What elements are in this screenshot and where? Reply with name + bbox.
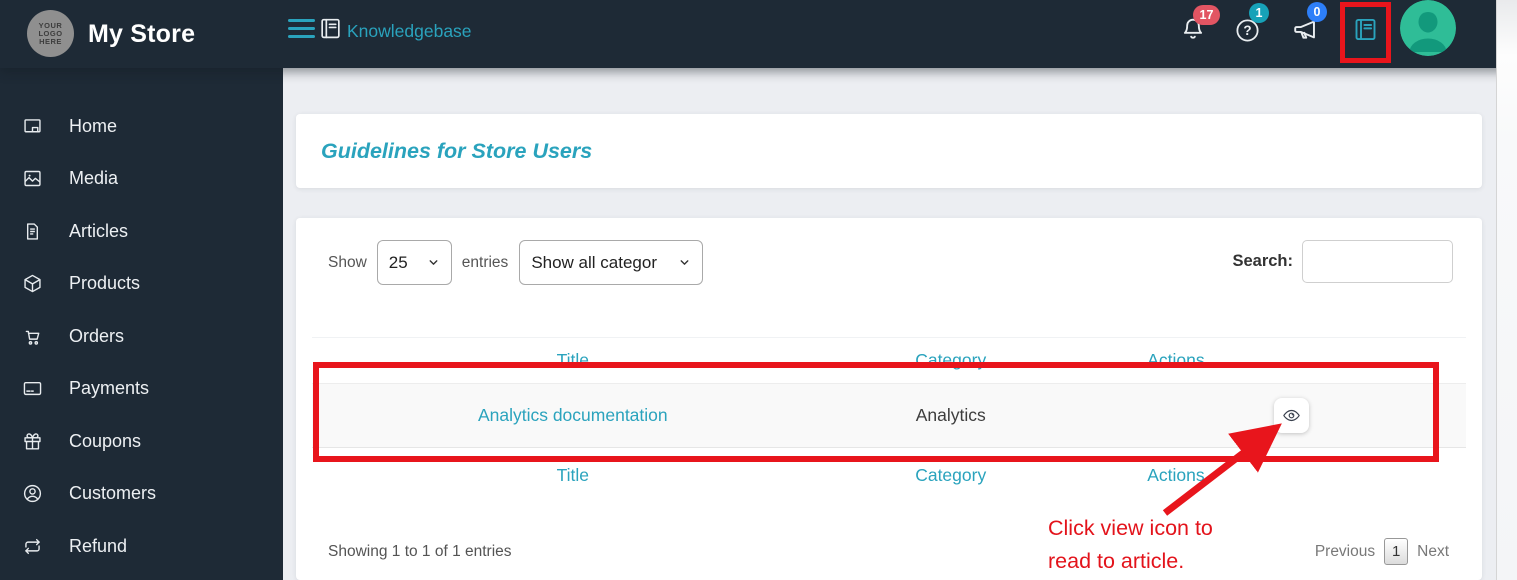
table-header-row: Title Category Actions: [312, 337, 1466, 384]
chevron-down-icon: [678, 256, 691, 269]
knowledgebase-table-card: Show 25 entries Show all categor Search:…: [296, 218, 1482, 580]
eye-icon: [1282, 406, 1301, 425]
category-filter-value: Show all categor: [531, 252, 657, 272]
sidebar-item-customers[interactable]: Customers: [0, 468, 283, 521]
logo-text-line: HERE: [39, 36, 62, 46]
coupons-gift-icon: [22, 431, 43, 452]
sidebar-item-orders[interactable]: Orders: [0, 310, 283, 363]
sidebar-item-home[interactable]: Home: [0, 100, 283, 153]
sidebar-item-coupons[interactable]: Coupons: [0, 415, 283, 468]
sidebar-item-label: Payments: [69, 378, 150, 399]
table-footer-row: Title Category Actions: [312, 448, 1466, 494]
column-header-category[interactable]: Category: [834, 338, 1068, 383]
search-label: Search:: [1232, 252, 1293, 270]
sidebar-item-label: Media: [69, 168, 119, 189]
payments-card-icon: [22, 378, 43, 399]
page-size-value: 25: [388, 252, 408, 272]
sidebar-item-refund[interactable]: Refund: [0, 520, 283, 573]
sidebar-item-label: Coupons: [69, 430, 142, 451]
sidebar-item-label: Home: [69, 115, 118, 136]
footer-header-actions: Actions: [1147, 464, 1205, 485]
column-header-title[interactable]: Title: [312, 338, 834, 383]
article-file-icon: [22, 221, 43, 242]
sidebar: Home Media Articles Products Orders Paym…: [0, 68, 283, 580]
entries-summary: Showing 1 to 1 of 1 entries: [328, 543, 512, 560]
table-row: Analytics documentation Analytics: [312, 384, 1466, 448]
orders-cart-icon: [22, 326, 43, 347]
show-label: Show: [328, 253, 367, 271]
sidebar-item-payments[interactable]: Payments: [0, 363, 283, 416]
topbar: YOUR LOGO HERE My Store Knowledgebase ?: [0, 0, 1517, 68]
table-length-controls: Show 25 entries Show all categor: [328, 240, 704, 285]
article-title-link[interactable]: Analytics documentation: [478, 405, 668, 426]
announcements-count-badge: 0: [1307, 2, 1327, 22]
sidebar-item-label: Products: [69, 273, 141, 294]
page-size-select[interactable]: 25: [376, 240, 452, 285]
page-title-card: Guidelines for Store Users: [296, 114, 1482, 188]
next-page-button[interactable]: Next: [1417, 543, 1449, 561]
previous-page-button[interactable]: Previous: [1315, 543, 1375, 561]
knowledgebase-icon: [318, 16, 343, 41]
footer-header-title: Title: [556, 464, 589, 485]
articles-table: Title Category Actions Analytics documen…: [312, 337, 1466, 494]
sidebar-item-label: Refund: [69, 535, 128, 556]
refund-repeat-icon: [22, 536, 43, 557]
svg-text:?: ?: [1243, 23, 1251, 38]
current-page-button[interactable]: 1: [1384, 538, 1409, 565]
column-header-actions[interactable]: Actions: [1068, 338, 1466, 383]
entries-label: entries: [461, 253, 509, 271]
sidebar-item-products[interactable]: Products: [0, 258, 283, 311]
sidebar-item-label: Orders: [69, 325, 125, 346]
page-title: Guidelines for Store Users: [321, 138, 593, 163]
sidebar-item-articles[interactable]: Articles: [0, 205, 283, 258]
breadcrumb[interactable]: Knowledgebase: [347, 0, 472, 62]
media-image-icon: [22, 168, 43, 189]
footer-header-category: Category: [915, 464, 987, 485]
sidebar-item-label: Customers: [69, 483, 157, 504]
help-count-badge: 1: [1249, 3, 1269, 23]
home-icon: [22, 116, 43, 137]
pagination: Previous 1 Next: [1315, 538, 1449, 565]
sidebar-item-media[interactable]: Media: [0, 153, 283, 206]
products-box-icon: [22, 273, 43, 294]
category-filter-select[interactable]: Show all categor: [519, 240, 704, 285]
brand-name: My Store: [88, 19, 196, 48]
menu-toggle-icon[interactable]: [288, 19, 315, 40]
vertical-scrollbar[interactable]: [1496, 0, 1517, 580]
chevron-down-icon: [427, 256, 440, 269]
customers-user-icon: [22, 483, 43, 504]
view-article-button[interactable]: [1274, 398, 1310, 433]
user-avatar[interactable]: [1400, 0, 1456, 56]
store-logo[interactable]: YOUR LOGO HERE: [27, 10, 74, 57]
knowledgebase-book-button-icon[interactable]: [1352, 16, 1379, 43]
article-category: Analytics: [915, 405, 986, 425]
table-search: Search:: [1232, 240, 1453, 283]
search-input[interactable]: [1302, 240, 1453, 283]
notifications-count-badge: 17: [1193, 5, 1220, 25]
sidebar-item-label: Articles: [69, 220, 129, 241]
